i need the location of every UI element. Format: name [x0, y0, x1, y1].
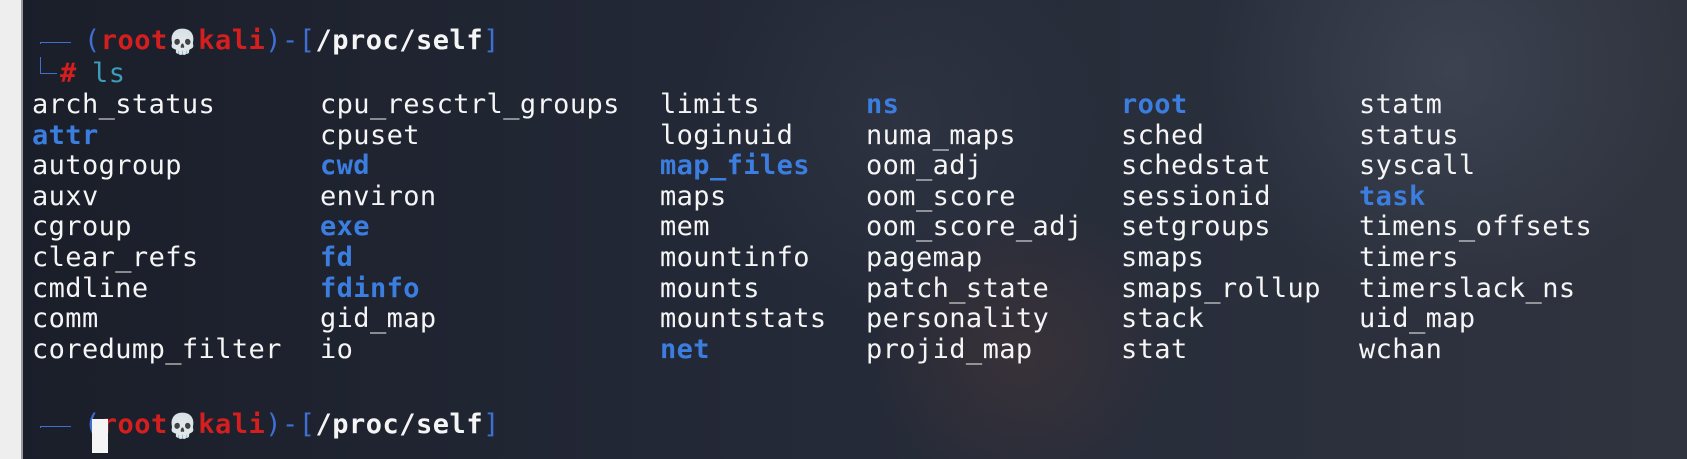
ls-entry-file: io — [320, 333, 354, 365]
prompt-path: /proc/self — [315, 409, 484, 440]
ls-entry-directory: fd — [320, 241, 354, 273]
ls-entry-directory: net — [660, 333, 710, 365]
terminal-cursor — [92, 419, 108, 453]
ls-entry-file: mem — [660, 211, 710, 243]
ls-entry-file: timers — [1359, 241, 1459, 273]
ls-entry-directory: fdinfo — [320, 272, 420, 304]
ls-entry-file: projid_map — [866, 333, 1033, 365]
ls-entry-file: setgroups — [1121, 211, 1271, 243]
ls-entry-directory: exe — [320, 211, 370, 243]
prompt-path: /proc/self — [315, 25, 484, 56]
prompt-close-paren: ) — [265, 25, 282, 56]
ls-entry-file: cmdline — [32, 272, 149, 304]
ls-entry-file: timerslack_ns — [1359, 272, 1576, 304]
ls-entry-file: timens_offsets — [1359, 211, 1593, 243]
prompt-open-paren: ( — [84, 25, 101, 56]
prompt-close-bracket: ] — [483, 409, 500, 440]
skull-icon: 💀 — [167, 412, 199, 440]
prompt-host: kali — [198, 25, 266, 56]
ls-entry-file: arch_status — [32, 89, 216, 120]
prompt-header: (root💀kali)-[/proc/self] — [84, 24, 500, 58]
prompt-corner-top — [40, 42, 71, 44]
ls-entry-file: oom_score_adj — [866, 211, 1083, 243]
ls-entry-file: stat — [1121, 333, 1188, 365]
ls-entry-file: patch_state — [866, 272, 1050, 304]
prompt-corner-top-2 — [40, 426, 71, 428]
skull-icon: 💀 — [167, 28, 199, 56]
ls-entry-file: status — [1359, 119, 1459, 151]
prompt-user: root — [100, 25, 168, 56]
ls-entry-file: clear_refs — [32, 241, 199, 273]
ls-entry-file: smaps — [1121, 241, 1205, 273]
ls-entry-directory: attr — [32, 119, 99, 151]
ls-column-5: root sched schedstat sessionid setgroups smap… — [1121, 89, 1321, 365]
ls-entry-file: personality — [866, 303, 1050, 335]
ls-entry-file: stack — [1121, 303, 1205, 335]
ls-entry-file: sched — [1121, 119, 1205, 151]
ls-entry-file: schedstat — [1121, 150, 1271, 182]
ls-entry-file: syscall — [1359, 150, 1476, 182]
prompt-line-2: (root💀kali)-[/proc/self] — [32, 408, 732, 441]
ls-entry-file: pagemap — [866, 241, 983, 273]
ls-entry-file: sessionid — [1121, 180, 1271, 212]
prompt-user: root — [100, 409, 168, 440]
terminal-output[interactable]: (root💀kali)-[/proc/self] # ls arch_statu… — [32, 24, 1687, 453]
prompt-open-bracket: [ — [298, 25, 316, 56]
prompt-close-bracket: ] — [483, 25, 500, 56]
ls-entry-file: mounts — [660, 272, 760, 304]
ls-entry-directory: task — [1359, 180, 1426, 212]
ls-entry-file: loginuid — [660, 119, 794, 151]
command-text: ls — [92, 58, 126, 89]
prompt-dash: - — [281, 409, 299, 440]
ls-entry-file: gid_map — [320, 303, 437, 335]
ls-entry-file: cpu_resctrl_groups — [320, 89, 620, 120]
ls-entry-file: autogroup — [32, 150, 182, 182]
ls-entry-file: mountstats — [660, 303, 827, 335]
ls-entry-file: mountinfo — [660, 241, 810, 273]
ls-entry-directory: root — [1121, 89, 1188, 120]
ls-entry-file: smaps_rollup — [1121, 272, 1321, 304]
ls-entry-file: numa_maps — [866, 119, 1016, 151]
ls-column-4: ns numa_maps oom_adj oom_score oom_score_adj… — [866, 89, 1083, 365]
ls-column-3: limits loginuid map_files maps mem mountinfo m… — [660, 89, 827, 365]
window-left-border-line — [21, 0, 23, 459]
ls-column-2: cpu_resctrl_groups cpuset cwd environ exe fd f… — [320, 89, 620, 365]
ls-entry-file: environ — [320, 180, 437, 212]
ls-column-1: arch_status attr autogroup auxv cgroup clear_… — [32, 89, 282, 365]
ls-entry-file: uid_map — [1359, 303, 1476, 335]
prompt-close-paren: ) — [265, 409, 282, 440]
prompt-header-2: (root💀kali)-[/proc/self] — [84, 408, 500, 442]
ls-entry-file: auxv — [32, 180, 99, 212]
ls-entry-directory: cwd — [320, 150, 370, 182]
prompt-host: kali — [198, 409, 266, 440]
ls-entry-file: coredump_filter — [32, 333, 282, 365]
ls-entry-file: oom_score — [866, 180, 1016, 212]
prompt-dash: - — [281, 25, 299, 56]
ls-entry-file: limits — [660, 89, 760, 120]
ls-entry-directory: map_files — [660, 150, 810, 182]
prompt-open-bracket: [ — [298, 409, 316, 440]
ls-column-6: statm status syscall task timens_offsets time… — [1359, 89, 1593, 365]
prompt-corner-bottom — [40, 57, 57, 74]
window-left-border — [0, 0, 22, 459]
ls-entry-file: wchan — [1359, 333, 1443, 365]
prompt-line-1: (root💀kali)-[/proc/self] — [32, 24, 1687, 57]
ls-entry-file: cgroup — [32, 211, 132, 243]
ls-entry-file: comm — [32, 303, 99, 335]
ls-entry-file: statm — [1359, 89, 1443, 120]
ls-entry-file: cpuset — [320, 119, 420, 151]
command-line-1: # ls — [32, 57, 1687, 90]
ls-entry-file: oom_adj — [866, 150, 983, 182]
ls-entry-directory: ns — [866, 89, 900, 120]
prompt-hash: # — [60, 58, 77, 89]
ls-output-grid: arch_status attr autogroup auxv cgroup clear_… — [32, 89, 1592, 396]
ls-entry-file: maps — [660, 180, 727, 212]
